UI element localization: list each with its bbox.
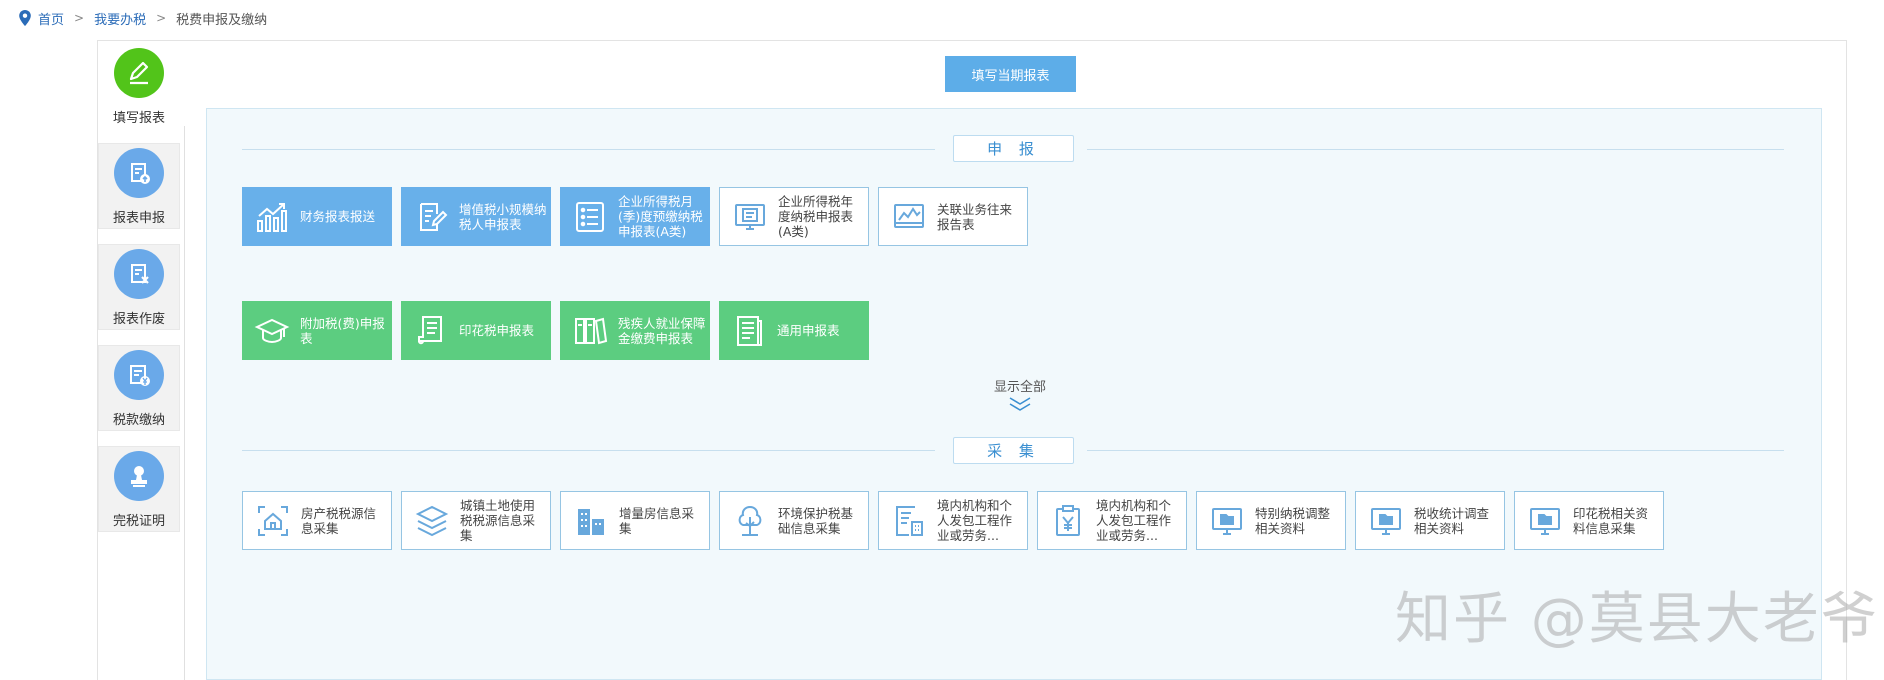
tile-label: 环境保护税基础信息采集 [778, 505, 854, 536]
tile-label: 特别纳税调整相关资料 [1255, 505, 1331, 536]
tile-vat-small-scale[interactable]: 增值税小规模纳税人申报表 [401, 187, 551, 246]
tile-domestic-contract-1[interactable]: 境内机构和个人发包工程作业或劳务... [878, 491, 1028, 550]
location-pin-icon [19, 10, 31, 26]
section-divider [1087, 450, 1784, 451]
breadcrumb-home-link[interactable]: 首页 [38, 9, 64, 28]
report-void-icon [114, 249, 164, 299]
tile-stamp-duty-info[interactable]: 印花税相关资料信息采集 [1514, 491, 1664, 550]
tile-label: 税收统计调查相关资料 [1414, 505, 1490, 536]
fill-current-report-button[interactable]: 填写当期报表 [945, 56, 1076, 92]
tile-domestic-contract-2[interactable]: 境内机构和个人发包工程作业或劳务... [1037, 491, 1187, 550]
sidebar-item-label: 税款缴纳 [112, 413, 165, 428]
list-icon [568, 195, 612, 239]
tile-label: 境内机构和个人发包工程作业或劳务... [937, 498, 1013, 543]
tile-environment-tax[interactable]: 环境保护税基础信息采集 [719, 491, 869, 550]
tile-label: 城镇土地使用税税源信息采集 [460, 498, 536, 543]
tile-label: 附加税(费)申报表 [300, 315, 385, 346]
clipboard-yen-icon [1046, 499, 1090, 543]
layers-icon [410, 499, 454, 543]
tile-land-use-tax-source[interactable]: 城镇土地使用税税源信息采集 [401, 491, 551, 550]
tile-label: 企业所得税月(季)度预缴纳税申报表(A类) [618, 194, 703, 239]
building-form-icon [887, 499, 931, 543]
tax-payment-icon [114, 350, 164, 400]
breadcrumb-current: 税费申报及缴纳 [176, 12, 268, 28]
house-scan-icon [251, 499, 295, 543]
sidebar-item-report-void[interactable]: 报表作废 [98, 244, 180, 330]
sidebar-item-label: 报表申报 [112, 211, 165, 226]
binders-icon [568, 309, 612, 353]
pencil-icon [114, 48, 164, 98]
tile-label: 增量房信息采集 [619, 505, 695, 536]
show-all-label: 显示全部 [993, 380, 1046, 395]
tax-certificate-icon [114, 451, 164, 501]
tile-cit-annual[interactable]: 企业所得税年度纳税申报表(A类) [719, 187, 869, 246]
show-all-toggle[interactable]: 显示全部 [980, 376, 1060, 412]
tile-label: 房产税税源信息采集 [301, 505, 377, 536]
sidebar-item-label: 填写报表 [112, 111, 165, 126]
tile-label: 增值税小规模纳税人申报表 [459, 201, 547, 232]
tile-financial-report[interactable]: 财务报表报送 [242, 187, 392, 246]
sidebar-item-report-submit[interactable]: 报表申报 [98, 143, 180, 229]
tile-property-tax-source[interactable]: 房产税税源信息采集 [242, 491, 392, 550]
tile-incremental-housing[interactable]: 增量房信息采集 [560, 491, 710, 550]
tile-label: 印花税申报表 [459, 323, 535, 338]
breadcrumb-level2-link[interactable]: 我要办税 [94, 9, 146, 28]
line-chart-icon [887, 195, 931, 239]
tile-label: 印花税相关资料信息采集 [1573, 505, 1649, 536]
sidebar-item-fill-report[interactable]: 填写报表 [98, 44, 180, 130]
declare-section-title: 申 报 [953, 135, 1074, 162]
breadcrumb-separator: > [74, 11, 85, 25]
monitor-report-icon [728, 195, 772, 239]
tile-related-party[interactable]: 关联业务往来报告表 [878, 187, 1028, 246]
monitor-folder-icon [1205, 499, 1249, 543]
sidebar-item-label: 报表作废 [112, 312, 165, 327]
edit-document-icon [409, 195, 453, 239]
tile-label: 境内机构和个人发包工程作业或劳务... [1096, 498, 1172, 543]
monitor-folder-icon [1523, 499, 1567, 543]
tile-special-tax-adjust[interactable]: 特别纳税调整相关资料 [1196, 491, 1346, 550]
bar-chart-icon [250, 195, 294, 239]
double-chevron-down-icon [1009, 397, 1031, 411]
tile-disability-fund[interactable]: 残疾人就业保障金缴费申报表 [560, 301, 710, 360]
tile-label: 通用申报表 [777, 323, 840, 338]
buildings-icon [569, 499, 613, 543]
section-divider [1087, 149, 1784, 150]
tile-stamp-duty[interactable]: 印花税申报表 [401, 301, 551, 360]
collect-section-title: 采 集 [953, 437, 1074, 464]
report-upload-icon [114, 148, 164, 198]
section-divider [242, 450, 935, 451]
watermark: 知乎 @莫县大老爷 [1395, 587, 1879, 652]
tile-surcharge[interactable]: 附加税(费)申报表 [242, 301, 392, 360]
sidebar-divider [184, 126, 185, 680]
tile-label: 关联业务往来报告表 [937, 201, 1013, 232]
tile-label: 残疾人就业保障金缴费申报表 [618, 315, 706, 346]
tree-icon [728, 499, 772, 543]
tile-general-report[interactable]: 通用申报表 [719, 301, 869, 360]
sidebar-item-tax-certificate[interactable]: 完税证明 [98, 446, 180, 532]
graduation-cap-icon [250, 309, 294, 353]
monitor-folder-icon [1364, 499, 1408, 543]
tile-cit-prepay[interactable]: 企业所得税月(季)度预缴纳税申报表(A类) [560, 187, 710, 246]
scroll-document-icon [409, 309, 453, 353]
tile-label: 企业所得税年度纳税申报表(A类) [778, 194, 854, 239]
document-icon [727, 309, 771, 353]
breadcrumb: 首页 > 我要办税 > 税费申报及缴纳 [18, 8, 267, 28]
tile-tax-statistics-survey[interactable]: 税收统计调查相关资料 [1355, 491, 1505, 550]
sidebar-item-tax-payment[interactable]: 税款缴纳 [98, 345, 180, 431]
section-divider [242, 149, 935, 150]
tile-label: 财务报表报送 [300, 209, 376, 224]
sidebar-item-label: 完税证明 [112, 514, 165, 529]
breadcrumb-separator: > [156, 11, 167, 25]
